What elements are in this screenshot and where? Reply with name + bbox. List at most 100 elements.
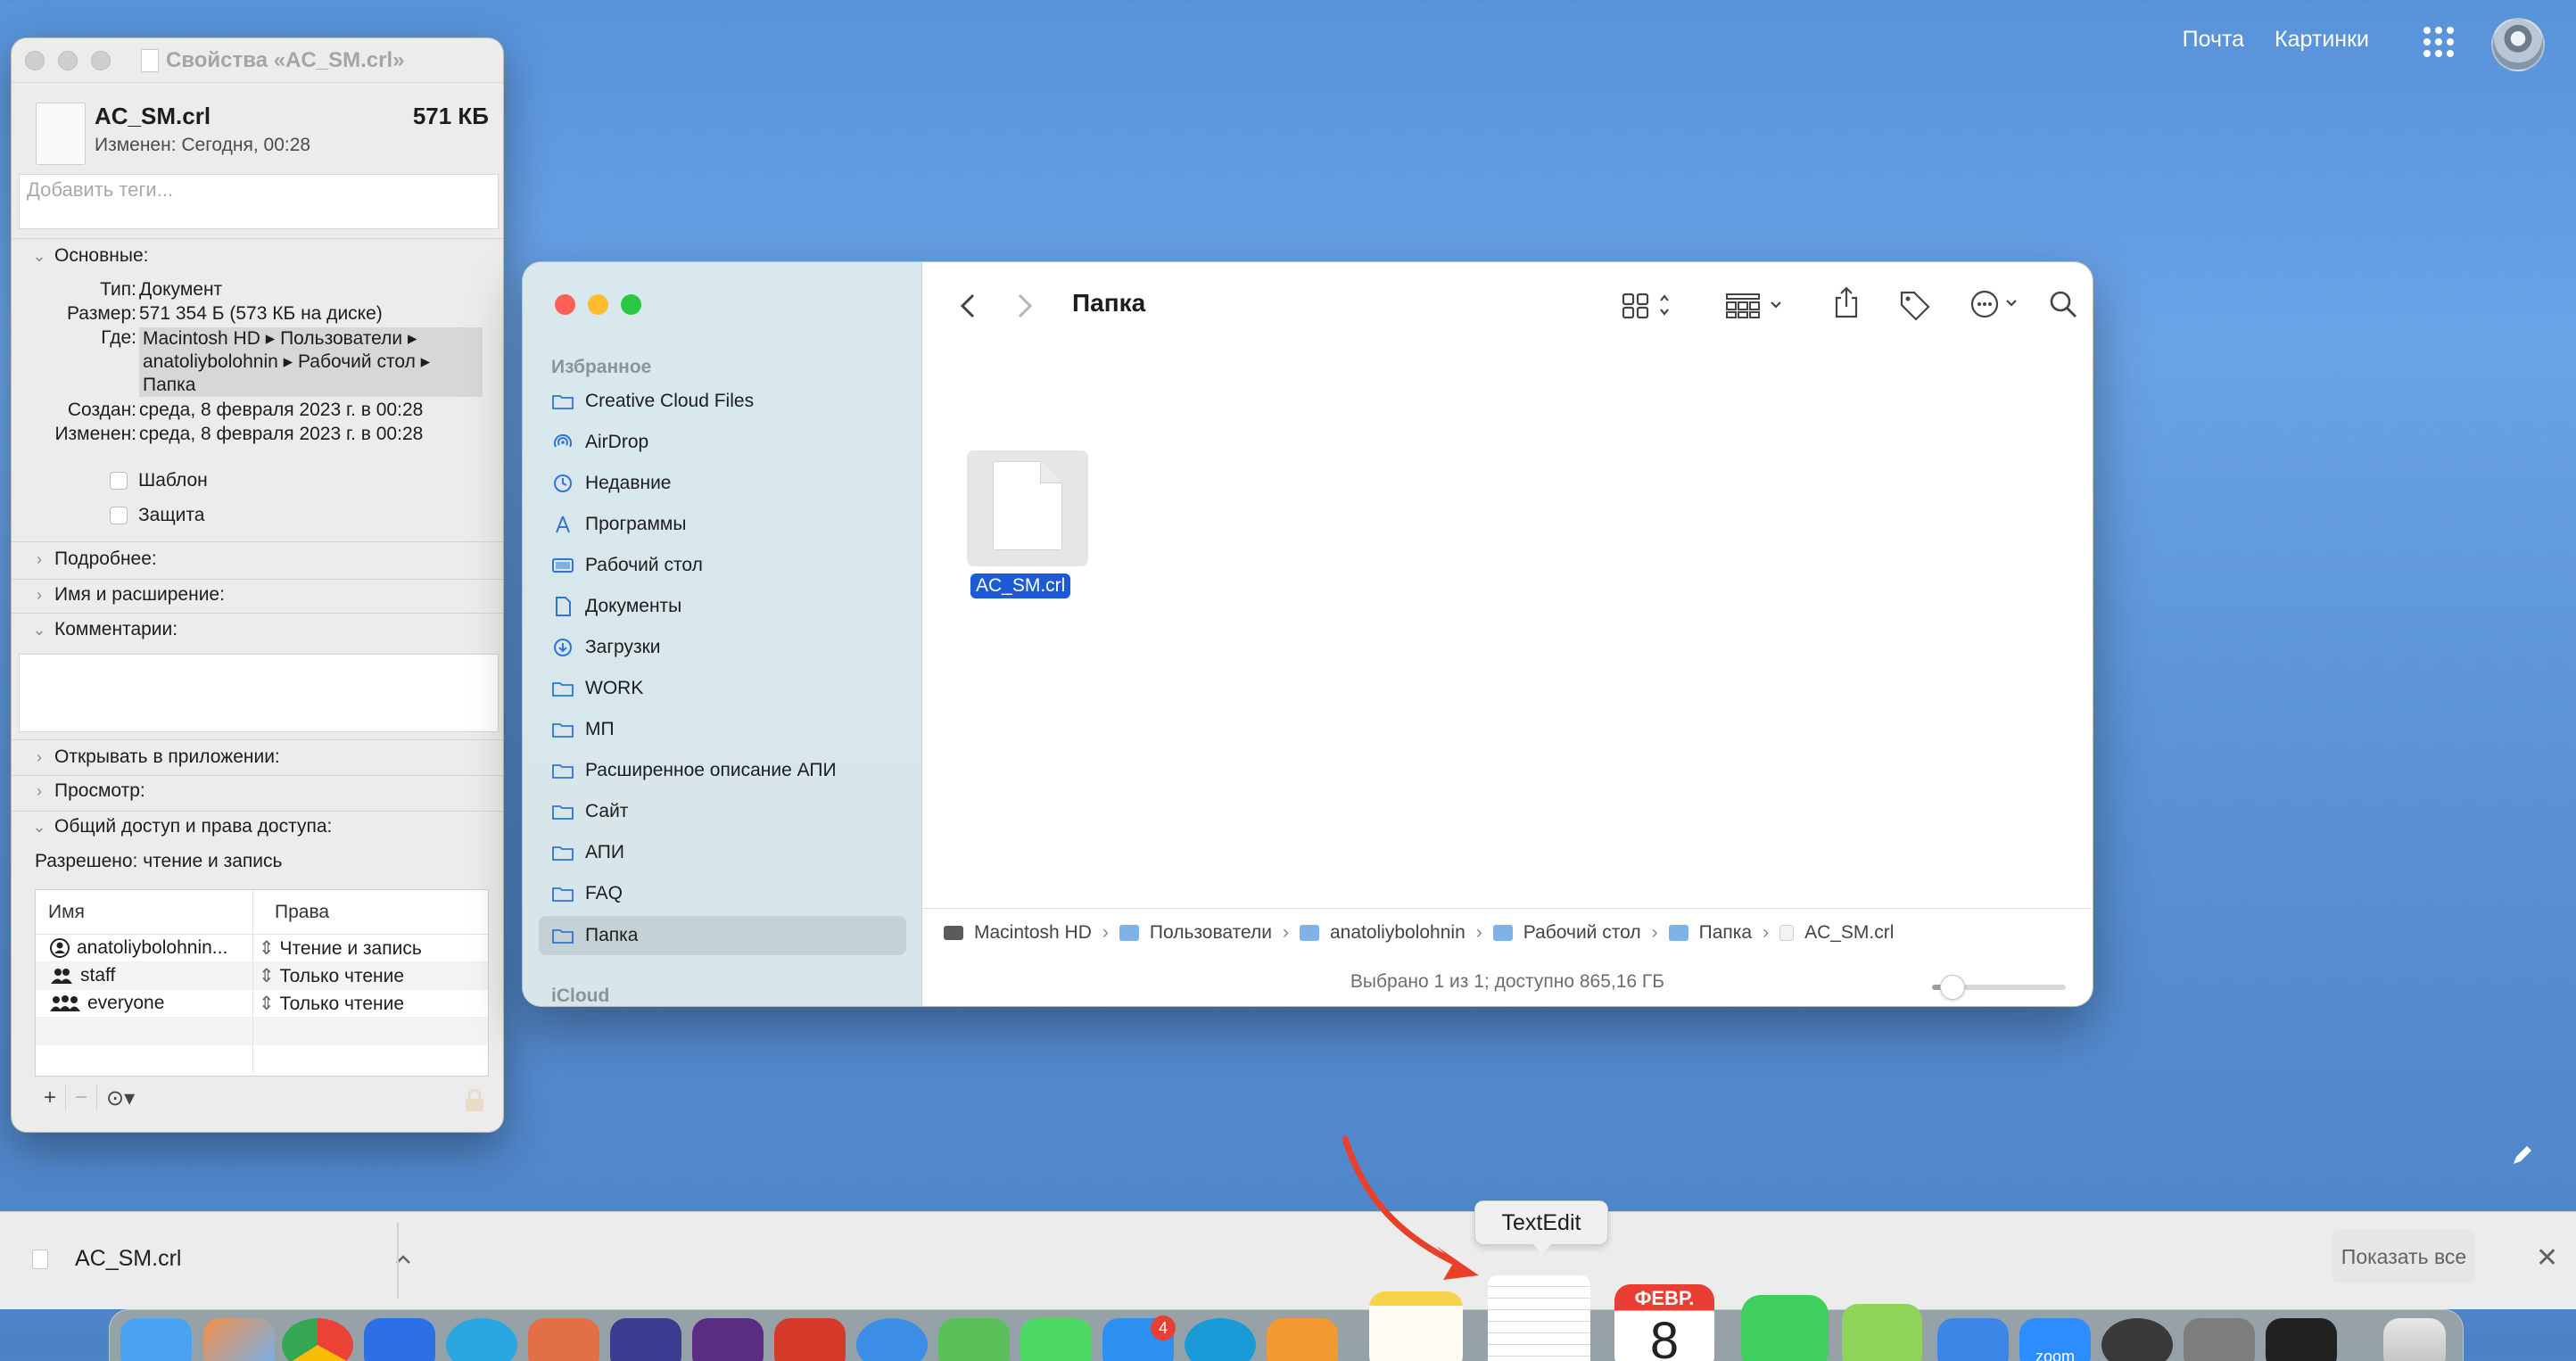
folder-icon (1668, 925, 1688, 941)
path-item[interactable]: Папка (1699, 922, 1752, 944)
sidebar-item-work[interactable]: WORK (539, 669, 906, 708)
launchpad-dock-icon[interactable] (203, 1318, 275, 1361)
affinity-dock-icon[interactable] (610, 1318, 681, 1361)
folder-icon (1119, 925, 1139, 941)
forward-icon[interactable] (1017, 293, 1033, 319)
show-all-button[interactable]: Показать все (2332, 1230, 2475, 1283)
sidebar-item-faq[interactable]: FAQ (539, 874, 906, 913)
images-link[interactable]: Картинки (2275, 27, 2369, 53)
back-icon[interactable] (960, 293, 976, 319)
group-icon (51, 969, 72, 984)
icon-view-icon[interactable] (1622, 291, 1675, 319)
permission-buttons: + − ⊙▾ (35, 1085, 144, 1110)
minimize-button[interactable] (588, 294, 608, 315)
folder-icon (552, 395, 574, 409)
apps-grid-icon[interactable] (2423, 27, 2454, 57)
notes-dock-icon[interactable] (1369, 1291, 1463, 1361)
pencil-icon[interactable] (2511, 1143, 2534, 1167)
sidebar-item-papka[interactable]: Папка (539, 916, 906, 955)
app-dock-icon[interactable] (774, 1318, 846, 1361)
document-icon (32, 1249, 48, 1269)
tags-input[interactable]: Добавить теги... (19, 174, 499, 229)
table-row[interactable]: staff ⇕ Только чтение (36, 962, 488, 990)
sidebar-item-applications[interactable]: Программы (539, 505, 906, 544)
table-row[interactable]: everyone ⇕ Только чтение (36, 990, 488, 1018)
action-menu-icon[interactable]: ⊙▾ (97, 1085, 144, 1110)
path-item[interactable]: Macintosh HD (974, 922, 1092, 944)
messages-dock-icon[interactable] (1020, 1318, 1092, 1361)
path-item[interactable]: anatoliybolohnin (1330, 922, 1466, 944)
comments-field[interactable] (19, 654, 499, 732)
minimize-button[interactable] (58, 50, 78, 70)
file-area[interactable]: AC_SM.crl (922, 351, 2093, 908)
books-dock-icon[interactable] (1267, 1318, 1338, 1361)
template-checkbox[interactable]: Шаблон (110, 470, 208, 491)
perm-col-priv[interactable]: Права (253, 890, 329, 934)
tag-icon[interactable] (1898, 289, 1932, 321)
status-bar: Выбрано 1 из 1; доступно 865,16 ГБ (922, 957, 2093, 1006)
sidebar-item-documents[interactable]: Документы (539, 587, 906, 626)
affinity-dock-icon[interactable] (692, 1318, 764, 1361)
zoom-button[interactable] (91, 50, 111, 70)
table-row[interactable]: anatoliybolohnin... ⇕ Чтение и запись (36, 935, 488, 962)
section-more-info[interactable]: › Подробнее: (12, 549, 503, 570)
applications-icon (556, 516, 570, 533)
more-actions-icon[interactable] (1969, 289, 2023, 319)
remove-button[interactable]: − (66, 1085, 98, 1110)
permission-summary: Разрешено: чтение и запись (35, 851, 283, 871)
locked-checkbox[interactable]: Защита (110, 505, 204, 526)
sidebar-item-site[interactable]: Сайт (539, 792, 906, 831)
keynote-dock-icon[interactable] (1937, 1318, 2009, 1361)
app-dock-icon[interactable] (528, 1318, 599, 1361)
sidebar-item-creative-cloud[interactable]: Creative Cloud Files (539, 382, 906, 421)
where-line-2: anatoliybolohnin ▸ Рабочий стол ▸ (143, 351, 431, 372)
zoom-dock-icon[interactable]: zoom (2019, 1318, 2091, 1361)
search-icon[interactable] (2048, 289, 2078, 319)
sidebar-item-mp[interactable]: МП (539, 710, 906, 749)
lock-icon[interactable] (463, 1089, 486, 1112)
section-preview[interactable]: › Просмотр: (12, 780, 503, 802)
sidebar-item-api-extended[interactable]: Расширенное описание АПИ (539, 751, 906, 790)
sidebar-item-api[interactable]: АПИ (539, 833, 906, 872)
close-button[interactable] (555, 294, 575, 315)
perm-col-name[interactable]: Имя (36, 890, 253, 934)
sidebar-item-downloads[interactable]: Загрузки (539, 628, 906, 667)
sidebar-item-recents[interactable]: Недавние (539, 464, 906, 503)
file-size: 571 КБ (412, 103, 489, 129)
file-label[interactable]: AC_SM.crl (970, 573, 1071, 598)
group-view-icon[interactable] (1725, 291, 1789, 319)
folder-icon (552, 805, 574, 820)
section-comments[interactable]: ⌄ Комментарии: (12, 619, 503, 640)
avatar[interactable] (2491, 18, 2545, 71)
user-icon (50, 938, 70, 958)
section-name-ext[interactable]: › Имя и расширение: (12, 584, 503, 606)
section-general[interactable]: ⌄ Основные: (12, 245, 503, 267)
close-button[interactable] (25, 50, 45, 70)
zoom-button[interactable] (621, 294, 641, 315)
trash-dock-icon[interactable] (2383, 1318, 2446, 1361)
chevron-right-icon: › (37, 748, 42, 766)
download-item[interactable]: AC_SM.crl (32, 1246, 411, 1272)
close-icon[interactable]: ✕ (2536, 1242, 2558, 1274)
finder-dock-icon[interactable] (120, 1318, 192, 1361)
path-item[interactable]: AC_SM.crl (1804, 922, 1894, 944)
top-links: Почта Картинки (2183, 27, 2369, 53)
add-button[interactable]: + (35, 1085, 67, 1110)
maps-dock-icon[interactable] (938, 1318, 1010, 1361)
chevron-down-icon: ⌄ (32, 247, 46, 265)
section-open-with[interactable]: › Открывать в приложении: (12, 746, 503, 768)
app-dock-icon[interactable] (364, 1318, 435, 1361)
whatsapp-dock-icon[interactable] (1741, 1295, 1829, 1361)
icon-size-slider[interactable] (1932, 975, 2066, 1000)
airdrop-icon (554, 433, 572, 448)
settings-dock-icon[interactable] (2184, 1318, 2255, 1361)
path-item[interactable]: Пользователи (1150, 922, 1272, 944)
share-icon[interactable] (1833, 285, 1860, 319)
app-dock-icon[interactable] (1842, 1304, 1922, 1361)
path-item[interactable]: Рабочий стол (1523, 922, 1641, 944)
section-sharing[interactable]: ⌄ Общий доступ и права доступа: (12, 816, 503, 837)
sidebar-item-airdrop[interactable]: AirDrop (539, 423, 906, 462)
terminal-dock-icon[interactable] (2266, 1318, 2337, 1361)
mail-link[interactable]: Почта (2183, 27, 2244, 53)
sidebar-item-desktop[interactable]: Рабочий стол (539, 546, 906, 585)
